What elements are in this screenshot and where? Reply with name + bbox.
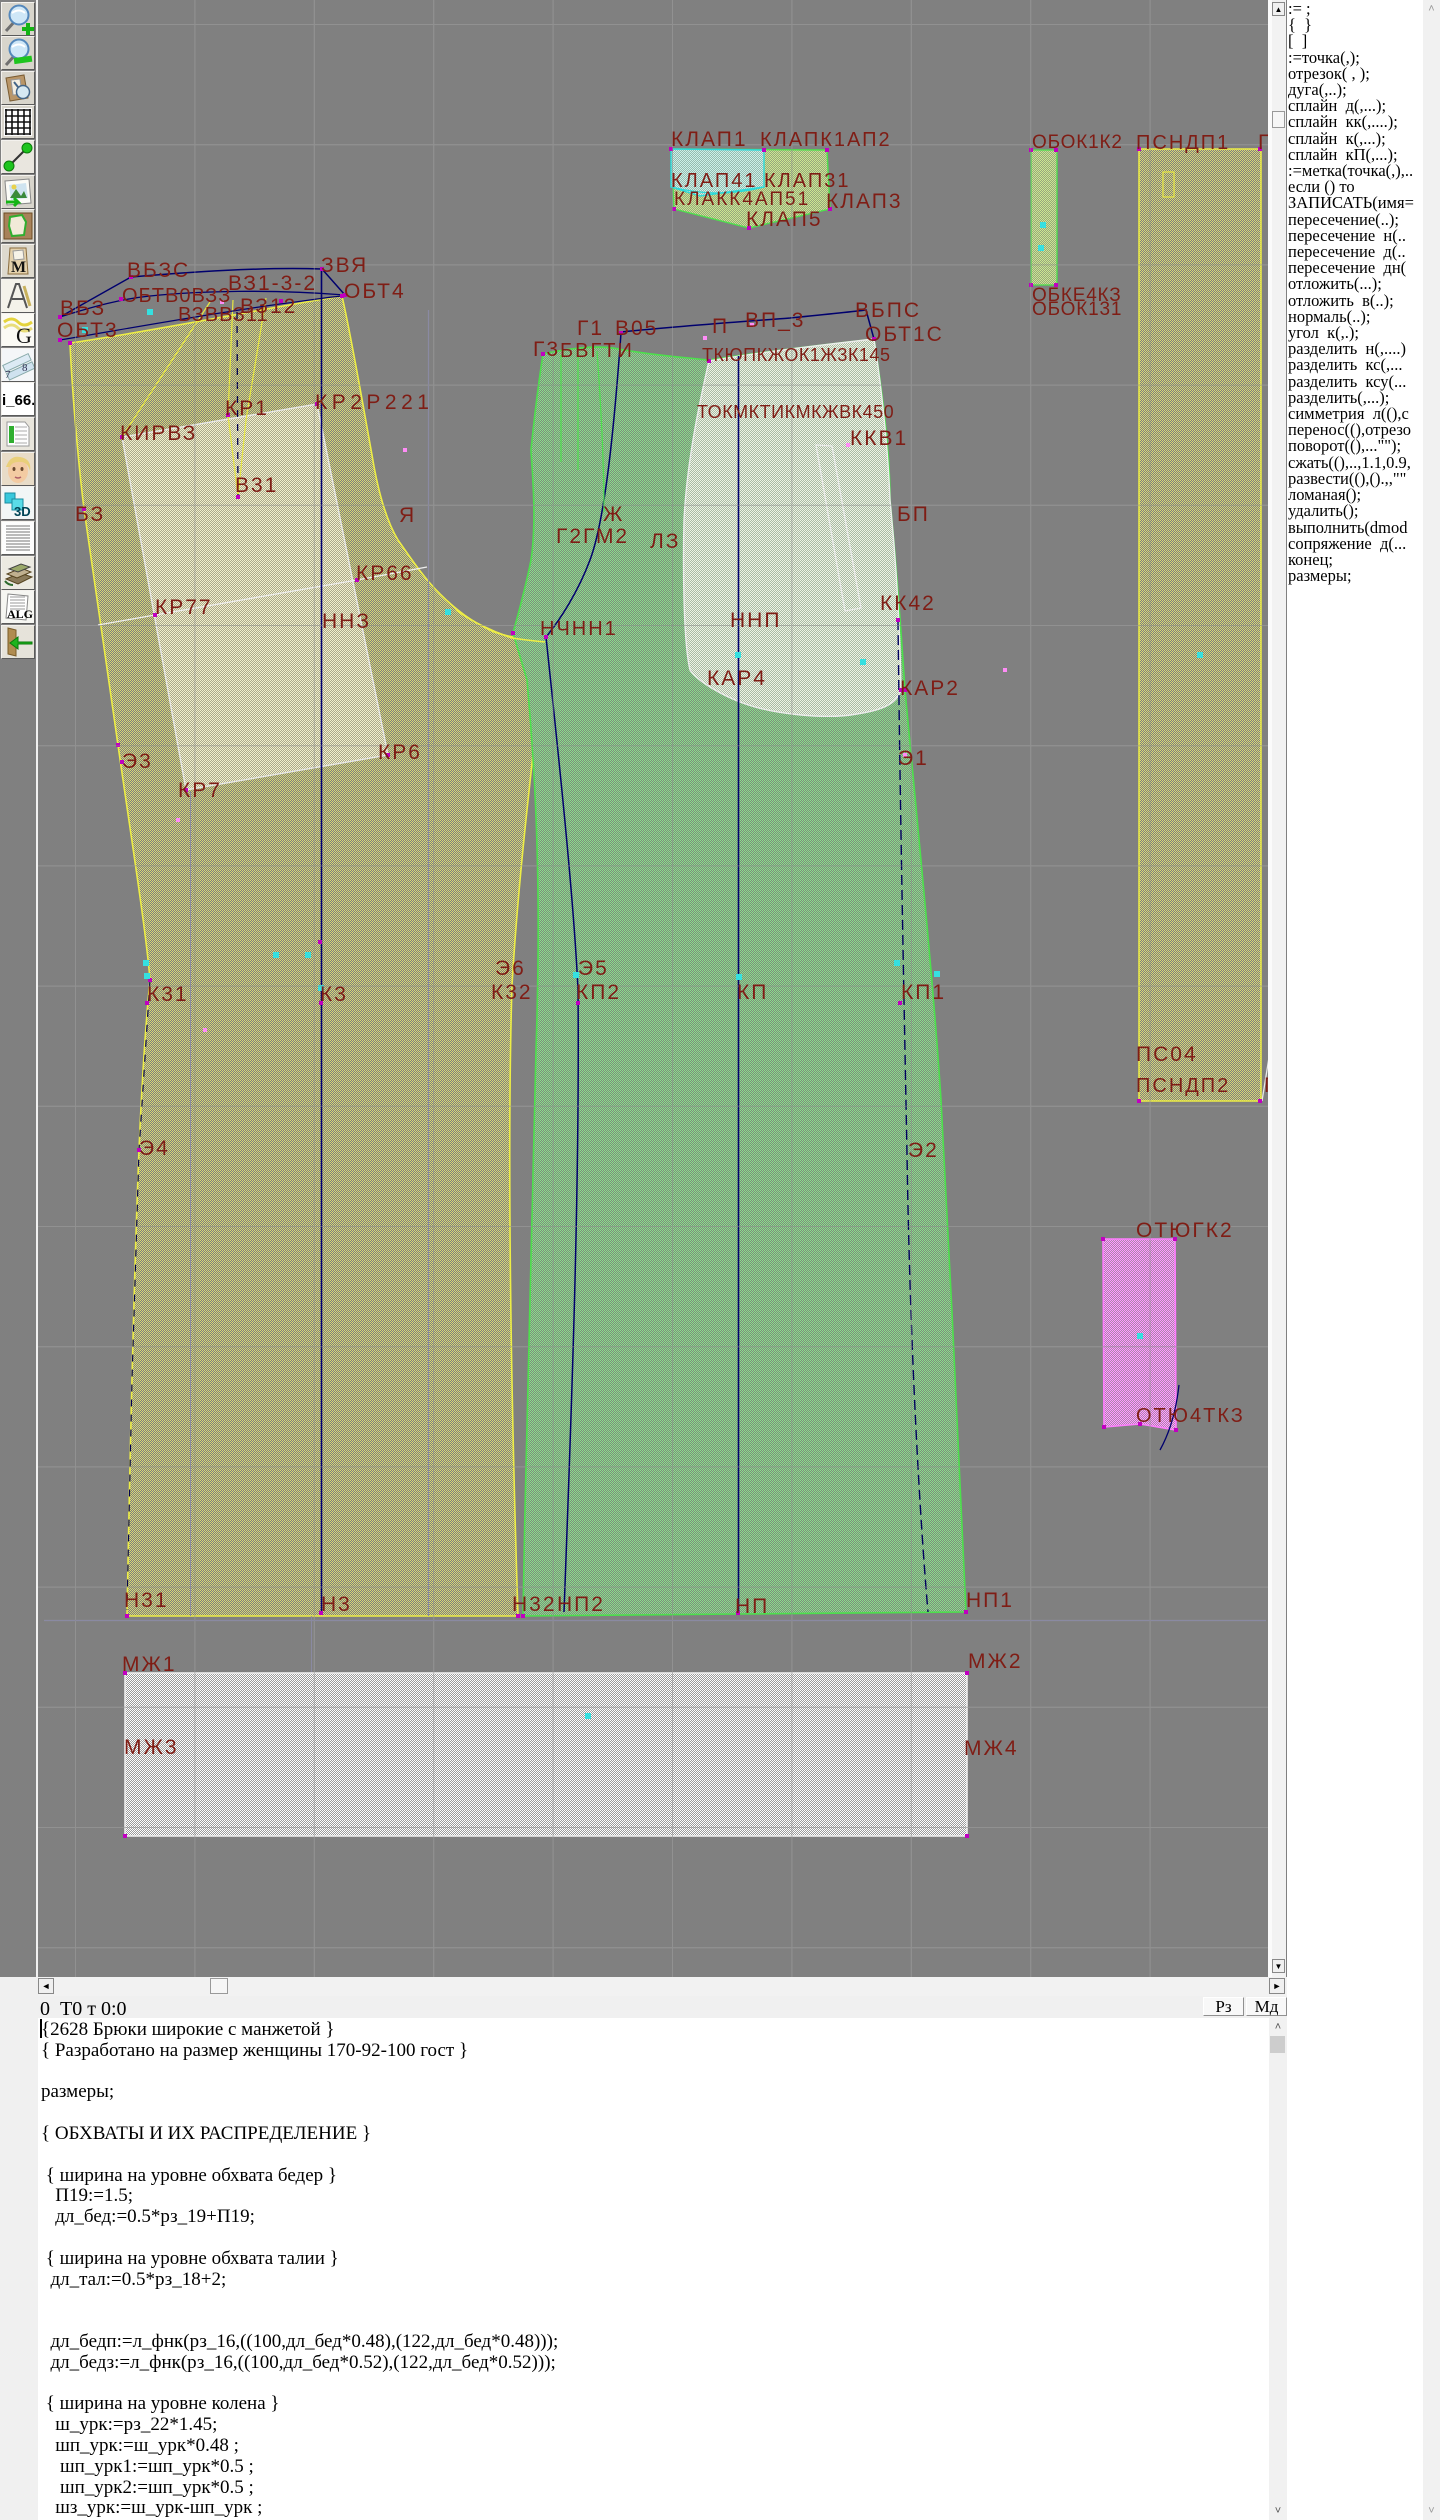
svg-text:КР7: КР7 [178, 779, 222, 802]
svg-text:ЛЗ: ЛЗ [650, 530, 680, 553]
svg-text:КЛАП1: КЛАП1 [671, 128, 748, 151]
svg-text:ВЗ1-3-2: ВЗ1-3-2 [228, 272, 317, 295]
svg-text:Н31: Н31 [124, 1589, 169, 1612]
svg-text:КР77: КР77 [155, 596, 213, 619]
svg-text:ОБТ4: ОБТ4 [344, 280, 406, 303]
svg-text:ОБОК1К2: ОБОК1К2 [1032, 132, 1123, 153]
svg-text:ВБЗ: ВБЗ [60, 297, 106, 320]
svg-text:ОБТ3: ОБТ3 [57, 319, 119, 342]
svg-text:Э2: Э2 [908, 1139, 939, 1162]
svg-text:НП2: НП2 [557, 1593, 605, 1616]
svg-text:Г2ГМ2: Г2ГМ2 [556, 525, 629, 548]
svg-text:В31: В31 [235, 474, 278, 497]
svg-text:П: П [712, 315, 729, 338]
svg-text:Я: Я [399, 504, 416, 527]
svg-text:Э3: Э3 [122, 750, 153, 773]
svg-text:НЧНН1: НЧНН1 [540, 618, 618, 640]
svg-text:К31: К31 [147, 983, 189, 1006]
svg-text:Э1: Э1 [898, 747, 929, 770]
svg-text:ТКЮПКЖОК1Ж3К145: ТКЮПКЖОК1Ж3К145 [702, 345, 890, 365]
svg-text:ННП: ННП [730, 609, 781, 632]
svg-text:КИРВЗ: КИРВЗ [120, 422, 197, 445]
svg-text:7: 7 [5, 369, 11, 381]
svg-text:ПС04: ПС04 [1136, 1043, 1198, 1066]
svg-text:КП1: КП1 [901, 981, 946, 1004]
svg-text:ОТЮ4ТКЗ: ОТЮ4ТКЗ [1136, 1405, 1245, 1427]
svg-text:К3: К3 [320, 983, 348, 1006]
svg-text:Э6: Э6 [495, 957, 526, 980]
svg-text:В05: В05 [615, 317, 658, 340]
svg-text:Г: Г [1258, 131, 1268, 154]
svg-text:БВГТИ: БВГТИ [560, 340, 634, 362]
svg-text:Г1: Г1 [577, 317, 604, 340]
svg-text:ВБЗС: ВБЗС [127, 259, 190, 282]
svg-text:ПСНДП2: ПСНДП2 [1136, 1075, 1230, 1097]
svg-text:КР2Р221: КР2Р221 [315, 391, 433, 414]
svg-text:КП2: КП2 [576, 981, 621, 1004]
svg-text:КЛАП5: КЛАП5 [746, 208, 823, 231]
svg-text:Н3: Н3 [321, 1593, 352, 1616]
svg-text:БП: БП [897, 503, 930, 526]
svg-text:Э4: Э4 [139, 1137, 170, 1160]
svg-text:КР6: КР6 [378, 741, 422, 764]
svg-text:НП: НП [735, 1595, 769, 1618]
svg-text:БЗ: БЗ [75, 503, 105, 526]
svg-text:ОБТ1С: ОБТ1С [865, 323, 944, 346]
svg-text:КАР2: КАР2 [900, 677, 960, 700]
svg-text:КЛАКК4АП51: КЛАКК4АП51 [674, 189, 810, 210]
svg-text:Г3: Г3 [533, 338, 560, 361]
svg-text:МЖ3: МЖ3 [124, 1736, 179, 1759]
svg-text:КЛАП3: КЛАП3 [826, 190, 903, 213]
svg-text:ККВ1: ККВ1 [850, 427, 908, 450]
svg-text:ЗВЯ: ЗВЯ [321, 254, 368, 277]
svg-text:КЛАПК1АП2: КЛАПК1АП2 [760, 129, 892, 151]
svg-text:ВБПС: ВБПС [855, 299, 921, 322]
svg-text:КАР4: КАР4 [707, 667, 767, 690]
svg-text:G: G [16, 323, 32, 346]
svg-text:M: M [11, 259, 26, 276]
svg-text:i_66.: i_66. [2, 392, 34, 409]
svg-text:ТОКМКТИКМКЖВК450: ТОКМКТИКМКЖВК450 [697, 402, 894, 422]
svg-text:КР66: КР66 [356, 562, 414, 585]
svg-text:Н32: Н32 [512, 1593, 557, 1616]
svg-text:ОБОК131: ОБОК131 [1032, 299, 1122, 320]
svg-text:КК42: КК42 [880, 592, 936, 615]
svg-text:НП1: НП1 [966, 1589, 1014, 1612]
svg-text:МЖ4: МЖ4 [964, 1737, 1019, 1760]
svg-text:8: 8 [22, 362, 28, 374]
svg-text:Э5: Э5 [578, 957, 609, 980]
svg-text:ВЗ12: ВЗ12 [240, 295, 297, 318]
svg-text:К32: К32 [491, 981, 533, 1004]
svg-text:ПСНДП1: ПСНДП1 [1136, 132, 1230, 154]
svg-text:КР1: КР1 [225, 397, 269, 420]
svg-text:Ж: Ж [603, 503, 624, 526]
svg-text:ALG: ALG [7, 607, 33, 621]
svg-text:МЖ2: МЖ2 [968, 1650, 1023, 1673]
svg-text:ННЗ: ННЗ [322, 610, 371, 633]
svg-text:ВП_3: ВП_3 [745, 309, 805, 332]
svg-text:3D: 3D [14, 504, 31, 519]
svg-text:КП: КП [737, 981, 768, 1004]
svg-text:МЖ1: МЖ1 [122, 1653, 177, 1676]
svg-text:ОТЮГК2: ОТЮГК2 [1136, 1219, 1234, 1242]
